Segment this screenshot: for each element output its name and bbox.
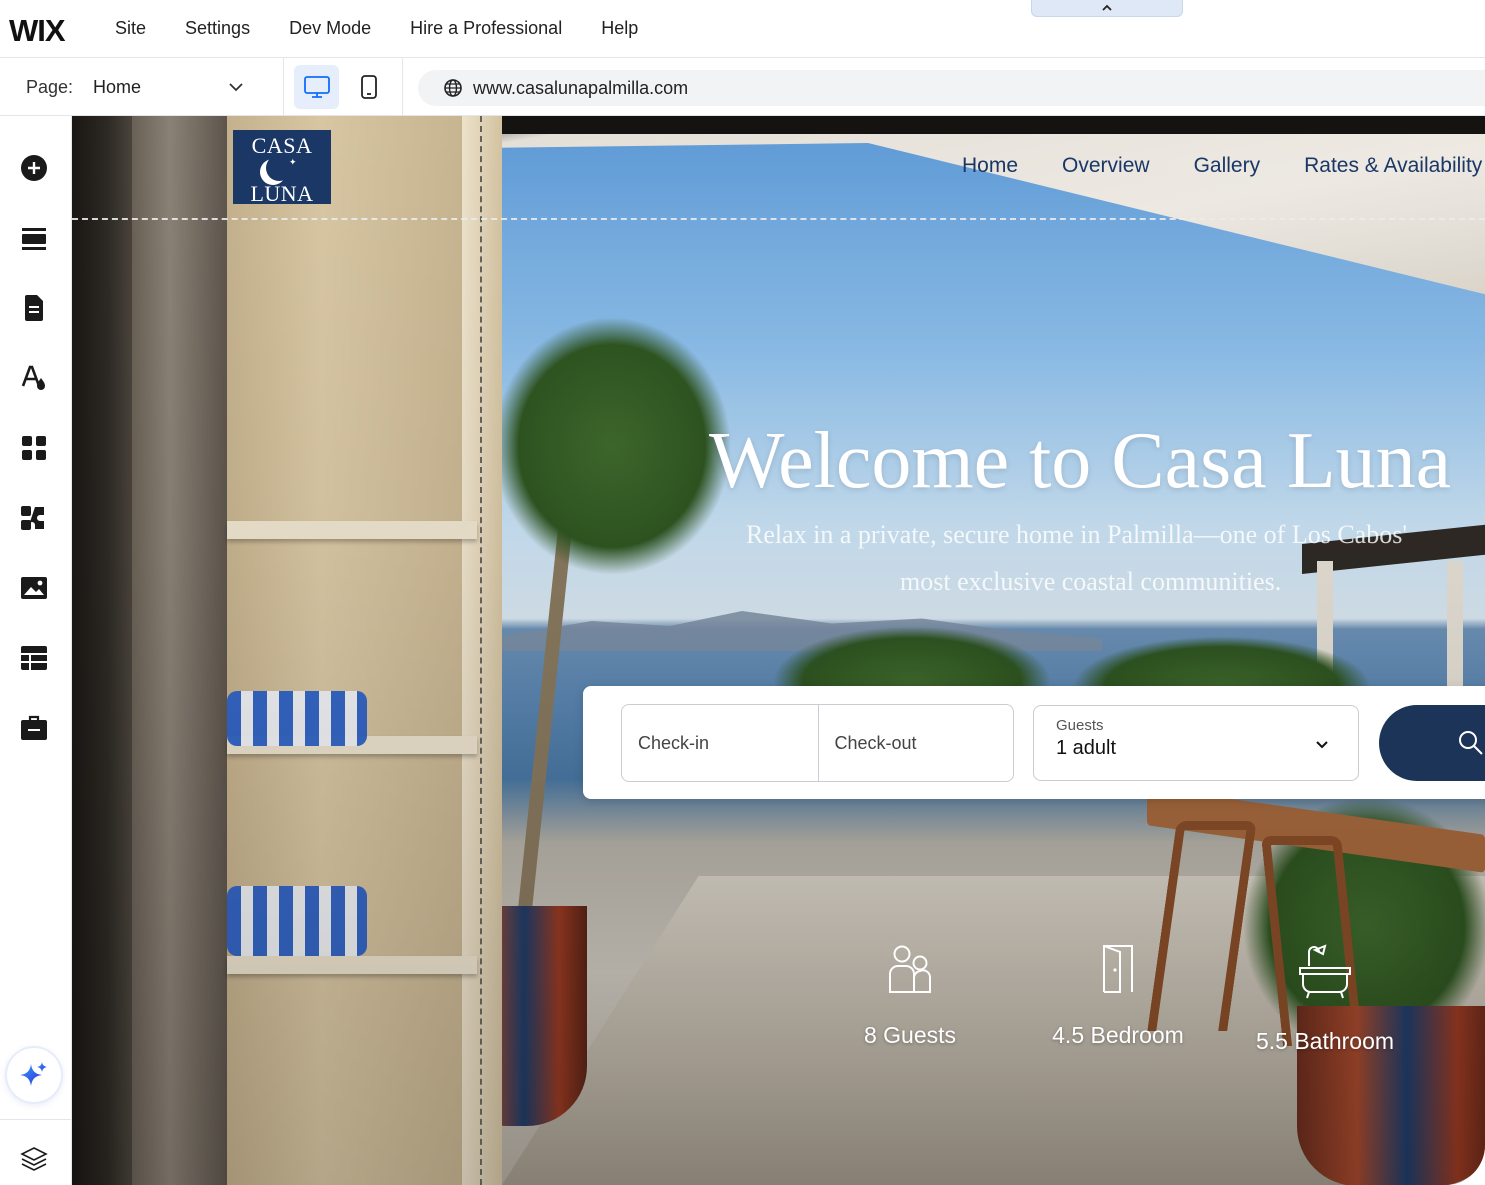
editor-left-sidebar (0, 116, 72, 1185)
hero-title[interactable]: Welcome to Casa Luna (709, 416, 1451, 507)
device-switcher (284, 58, 403, 116)
vertical-guide[interactable] (480, 116, 482, 1185)
guests-value: 1 adult (1056, 737, 1117, 759)
globe-icon (444, 79, 462, 97)
site-nav-home[interactable]: Home (962, 154, 1018, 178)
sidebar-divider (0, 1119, 72, 1120)
site-nav-overview[interactable]: Overview (1062, 154, 1150, 178)
menu-settings[interactable]: Settings (185, 18, 250, 39)
search-icon (1459, 731, 1483, 755)
editor-canvas[interactable]: CASA ✦ LUNA Home Overview Gallery Rates … (72, 116, 1485, 1185)
hero-subtitle-line2[interactable]: most exclusive coastal communities. (900, 567, 1281, 597)
guests-label: Guests (1056, 717, 1104, 734)
amenity-guests-label: 8 Guests (863, 1022, 957, 1048)
date-range-picker: Check-in Check-out (621, 704, 1014, 782)
business-tools-button[interactable] (14, 708, 54, 748)
apps-button[interactable] (14, 428, 54, 468)
main-menu: Site Settings Dev Mode Hire a Profession… (115, 18, 677, 39)
apps-icon (22, 436, 46, 460)
cms-button[interactable] (14, 638, 54, 678)
ai-sparkle-icon (20, 1062, 47, 1086)
add-ons-button[interactable] (14, 498, 54, 538)
menu-help[interactable]: Help (601, 18, 638, 39)
site-url-bar[interactable]: www.casalunapalmilla.com (418, 70, 1485, 106)
layers-icon (20, 1147, 48, 1171)
chevron-down-icon (229, 83, 243, 92)
chevron-up-icon (1102, 4, 1112, 11)
site-design-button[interactable] (14, 358, 54, 398)
desktop-icon (303, 76, 330, 98)
mobile-view-button[interactable] (346, 65, 391, 109)
cms-icon (21, 646, 47, 670)
desktop-view-button[interactable] (294, 65, 339, 109)
page-selector[interactable]: Page: Home (0, 58, 284, 116)
guests-icon (889, 945, 931, 993)
checkout-field[interactable]: Check-out (817, 705, 1014, 781)
amenity-bathrooms: 5.5 Bathroom (1225, 944, 1425, 1055)
pages-button[interactable] (14, 288, 54, 328)
business-tools-icon (21, 715, 47, 740)
site-nav-gallery[interactable]: Gallery (1194, 154, 1261, 178)
amenity-bathrooms-label: 5.5 Bathroom (1255, 1028, 1395, 1054)
header-guide[interactable] (72, 218, 1485, 220)
media-button[interactable] (14, 568, 54, 608)
mobile-icon (360, 75, 377, 99)
wix-logo[interactable]: WIX (9, 13, 66, 49)
star-icon: ✦ (289, 157, 297, 167)
editor-top-bar: WIX Site Settings Dev Mode Hire a Profes… (0, 0, 1485, 58)
site-navigation: Home Overview Gallery Rates & Availabili… (962, 154, 1485, 178)
guests-dropdown[interactable]: Guests 1 adult (1033, 705, 1359, 781)
site-logo[interactable]: CASA ✦ LUNA (233, 130, 331, 206)
amenity-guests: 8 Guests (810, 944, 1010, 1049)
site-design-icon (21, 365, 45, 390)
page-bar: Page: Home www.casalunapalmilla.com (0, 58, 1485, 116)
layers-button[interactable] (14, 1138, 54, 1178)
add-elements-button[interactable] (14, 148, 54, 188)
add-elements-icon (21, 155, 47, 181)
sections-icon (22, 228, 46, 250)
page-label: Page: (26, 77, 74, 97)
hero-subtitle-line1[interactable]: Relax in a private, secure home in Palmi… (746, 520, 1407, 550)
logo-text-luna: LUNA (250, 181, 314, 206)
menu-dev-mode[interactable]: Dev Mode (289, 18, 371, 39)
pages-icon (25, 295, 43, 321)
ai-assistant-button[interactable] (7, 1048, 61, 1102)
door-icon (1103, 945, 1133, 993)
booking-widget[interactable]: Check-in Check-out Guests 1 adult (583, 686, 1485, 799)
checkin-field[interactable]: Check-in (622, 705, 818, 781)
add-ons-icon (21, 506, 44, 530)
bathtub-icon (1299, 944, 1351, 999)
media-icon (21, 577, 47, 599)
menu-hire-a-professional[interactable]: Hire a Professional (410, 18, 562, 39)
site-url: www.casalunapalmilla.com (473, 78, 689, 98)
amenity-bedrooms: 4.5 Bedroom (1018, 944, 1218, 1049)
chevron-down-icon (1316, 741, 1328, 749)
sections-button[interactable] (14, 218, 54, 258)
collapse-toolbar-button[interactable] (1031, 0, 1183, 17)
menu-site[interactable]: Site (115, 18, 146, 39)
amenity-bedrooms-label: 4.5 Bedroom (1052, 1022, 1184, 1048)
site-nav-rates-availability[interactable]: Rates & Availability (1304, 154, 1482, 178)
search-availability-button[interactable] (1379, 705, 1485, 781)
page-value: Home (93, 77, 142, 97)
